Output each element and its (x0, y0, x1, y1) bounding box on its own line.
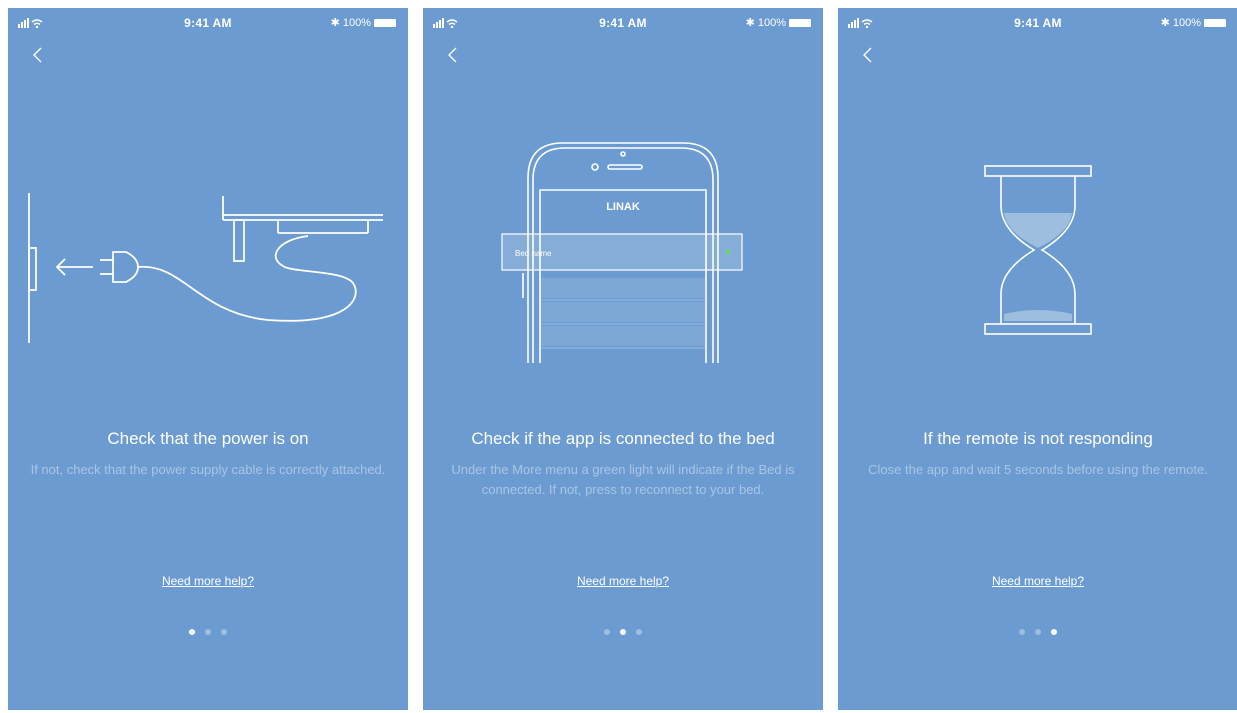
need-more-help-link[interactable]: Need more help? (162, 574, 254, 588)
connection-green-light-icon (725, 249, 731, 255)
page-indicator (423, 629, 823, 635)
page-dot[interactable] (1035, 629, 1041, 635)
page-dot[interactable] (620, 629, 626, 635)
screen-app-connection: 9:41 AM ✱ 100% LINAK Bed name Check if t… (423, 8, 823, 710)
page-dot[interactable] (1051, 629, 1057, 635)
screen-remote-not-responding: 9:41 AM ✱ 100% If the remote is not resp… (838, 8, 1237, 710)
help-link-wrapper: Need more help? (838, 574, 1237, 588)
page-indicator (838, 629, 1237, 635)
phone-logo: LINAK (606, 201, 640, 213)
screen-power-check: 9:41 AM ✱ 100% Check that the power is o (8, 8, 408, 710)
screen-title: If the remote is not responding (923, 429, 1153, 448)
screen-description: Close the app and wait 5 seconds before … (868, 462, 1208, 477)
need-more-help-link[interactable]: Need more help? (577, 574, 669, 588)
page-dot[interactable] (1019, 629, 1025, 635)
page-indicator (8, 629, 408, 635)
bed-name-label: Bed name (515, 249, 552, 258)
page-dot[interactable] (189, 629, 195, 635)
power-plug-illustration (28, 193, 383, 343)
screen-description: Under the More menu a green light will i… (451, 462, 795, 497)
page-dot[interactable] (205, 629, 211, 635)
need-more-help-link[interactable]: Need more help? (992, 574, 1084, 588)
screen-description: If not, check that the power supply cabl… (30, 462, 386, 477)
page-dot[interactable] (221, 629, 227, 635)
page-dot[interactable] (604, 629, 610, 635)
phone-app-illustration: LINAK Bed name (501, 142, 743, 363)
page-dot[interactable] (636, 629, 642, 635)
screen-title: Check if the app is connected to the bed (471, 429, 775, 448)
help-link-wrapper: Need more help? (423, 574, 823, 588)
screen-title: Check that the power is on (107, 429, 309, 448)
help-link-wrapper: Need more help? (8, 574, 408, 588)
hourglass-illustration (984, 165, 1092, 335)
